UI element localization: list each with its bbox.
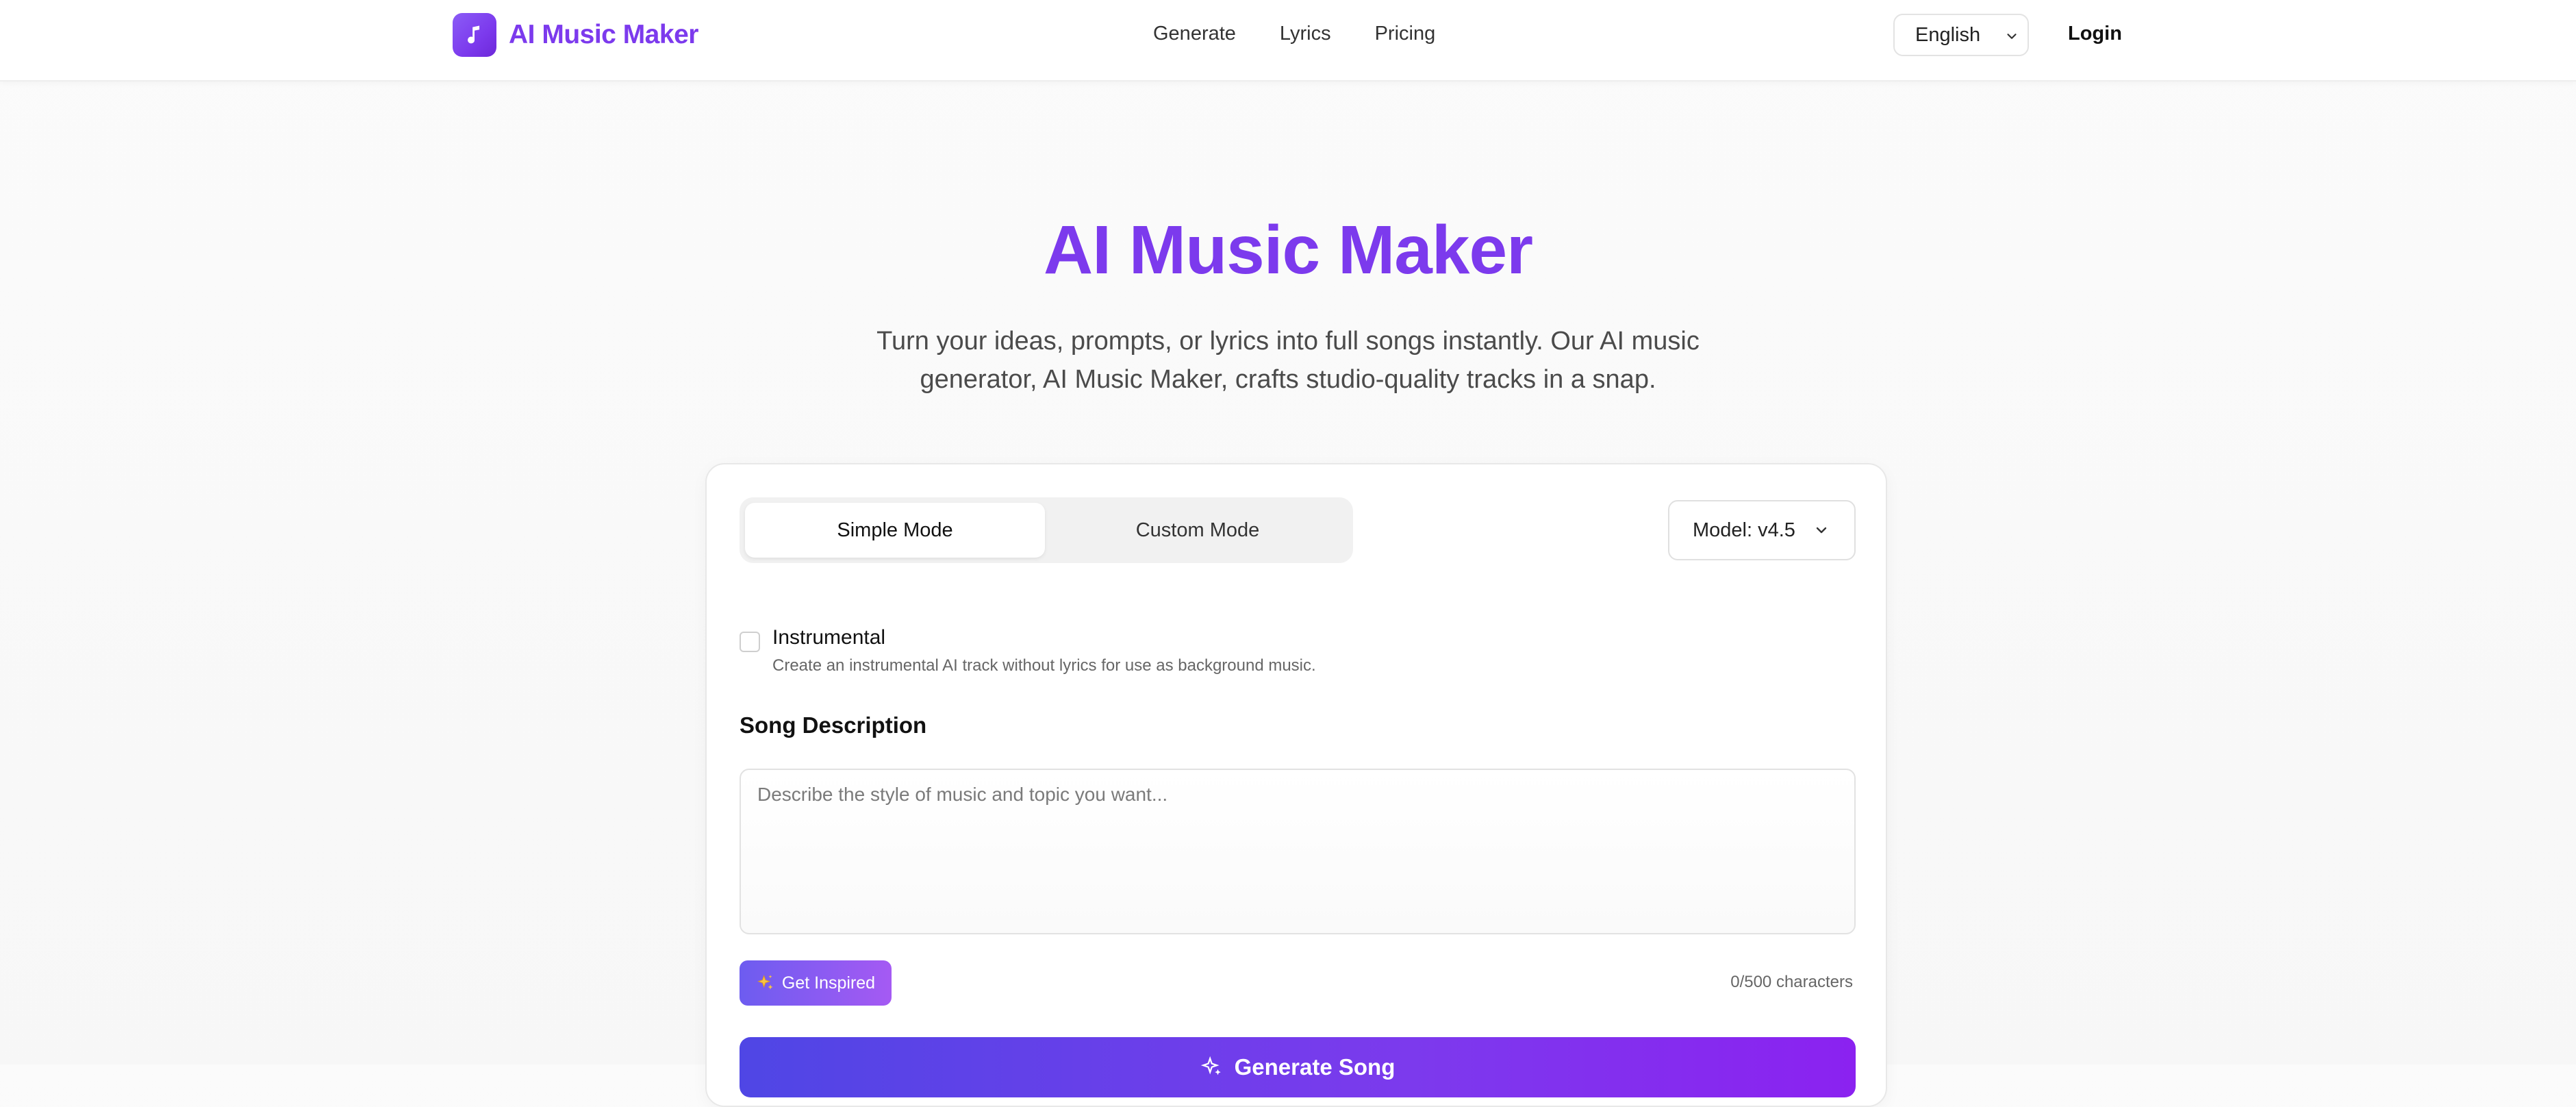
- character-count: 0/500 characters: [1730, 973, 1853, 991]
- chevron-down-icon: [2007, 34, 2017, 39]
- brand-logo-link[interactable]: AI Music Maker: [453, 13, 698, 57]
- top-navbar: AI Music Maker Generate Lyrics Pricing E…: [0, 0, 2576, 82]
- generate-song-button[interactable]: Generate Song: [740, 1037, 1856, 1097]
- tab-simple-mode[interactable]: Simple Mode: [745, 503, 1045, 558]
- model-select-value: Model: v4.5: [1693, 519, 1795, 541]
- get-inspired-label: Get Inspired: [781, 973, 876, 993]
- chevron-down-icon: [1816, 527, 1827, 534]
- song-description-input[interactable]: [740, 769, 1856, 934]
- page-subtitle: Turn your ideas, prompts, or lyrics into…: [876, 327, 1700, 394]
- generator-card: Simple Mode Custom Mode Model: v4.5 Inst…: [705, 463, 1887, 1107]
- get-inspired-button[interactable]: Get Inspired: [740, 960, 892, 1006]
- language-select-value: English: [1915, 23, 1981, 46]
- instrumental-description: Create an instrumental AI track without …: [772, 656, 1316, 675]
- instrumental-checkbox[interactable]: [740, 632, 760, 652]
- sparkles-icon: [757, 975, 773, 990]
- sparkles-icon: [1200, 1056, 1221, 1075]
- nav-link-pricing[interactable]: Pricing: [1375, 23, 1436, 45]
- main-nav: Generate Lyrics Pricing: [1153, 23, 1435, 45]
- brand-name: AI Music Maker: [509, 20, 698, 49]
- language-select[interactable]: English: [1893, 14, 2029, 56]
- instrumental-label[interactable]: Instrumental: [772, 626, 885, 649]
- mode-toggle: Simple Mode Custom Mode: [740, 497, 1353, 563]
- login-link[interactable]: Login: [2068, 23, 2122, 45]
- nav-link-generate[interactable]: Generate: [1153, 23, 1236, 45]
- page-title: AI Music Maker: [1043, 212, 1533, 288]
- music-note-icon: [453, 13, 496, 57]
- tab-custom-mode[interactable]: Custom Mode: [1048, 503, 1348, 558]
- generate-song-label: Generate Song: [1234, 1054, 1396, 1080]
- nav-link-lyrics[interactable]: Lyrics: [1280, 23, 1331, 45]
- model-select[interactable]: Model: v4.5: [1668, 500, 1856, 560]
- song-description-label: Song Description: [740, 712, 927, 738]
